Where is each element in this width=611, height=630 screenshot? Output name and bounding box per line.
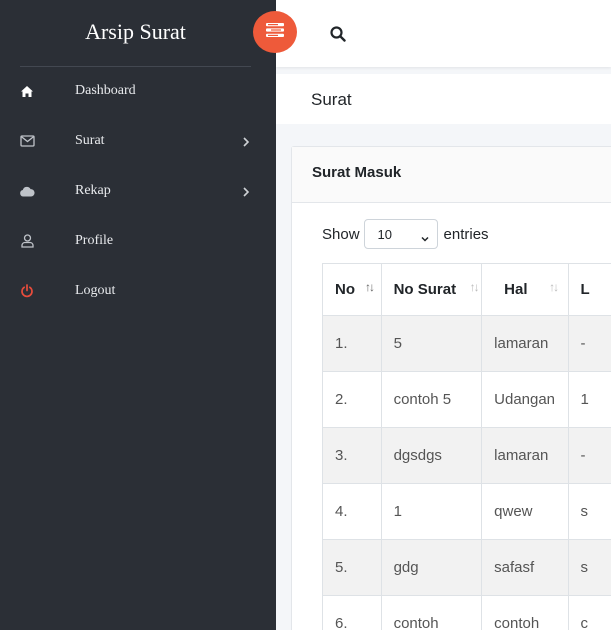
sidebar-nav: Dashboard Surat Rekap Profile Logout xyxy=(0,66,276,316)
column-header-label: Hal xyxy=(504,281,528,298)
entries-select[interactable]: 10 xyxy=(363,219,438,249)
table-row[interactable]: 1. 5 lamaran - xyxy=(322,315,611,372)
cell-no: 3. xyxy=(322,427,382,484)
cell-hal: qwew xyxy=(481,483,569,540)
surat-masuk-card: Surat Masuk Show 10 entries No ↑↓ No Sur… xyxy=(291,146,611,630)
column-header-hal[interactable]: Hal ↑↓ xyxy=(481,263,569,316)
cloud-icon xyxy=(19,183,35,199)
cell-no-surat: gdg xyxy=(380,539,483,596)
sidebar-item-label: Rekap xyxy=(75,183,111,198)
table-header-row: No ↑↓ No Surat ↑↓ Hal ↑↓ L xyxy=(322,263,611,316)
cell-hal: contoh xyxy=(481,595,569,630)
sidebar-item-surat[interactable]: Surat xyxy=(0,116,276,166)
entries-select-value: 10 xyxy=(377,226,392,242)
entries-label: entries xyxy=(443,225,489,243)
sidebar-item-logout[interactable]: Logout xyxy=(0,266,276,316)
surat-table: No ↑↓ No Surat ↑↓ Hal ↑↓ L 1. 5 lamaran … xyxy=(322,263,611,630)
sidebar-toggle-button[interactable] xyxy=(253,11,297,53)
cell-no-surat: contoh xyxy=(380,595,483,630)
column-header-no-surat[interactable]: No Surat ↑↓ xyxy=(380,263,483,316)
column-header-l[interactable]: L xyxy=(567,263,611,316)
menu-icon xyxy=(265,22,285,43)
cell-no: 5. xyxy=(322,539,382,596)
cell-no: 6. xyxy=(322,595,382,630)
column-header-label: No xyxy=(335,281,355,298)
cell-no-surat: 1 xyxy=(380,483,483,540)
cell-l: - xyxy=(567,427,611,484)
sidebar-item-label: Logout xyxy=(75,283,116,298)
page-header: Surat xyxy=(276,74,611,124)
card-title: Surat Masuk xyxy=(312,164,402,181)
column-header-label: No Surat xyxy=(393,281,457,298)
cell-no-surat: contoh 5 xyxy=(380,371,483,428)
chevron-right-icon xyxy=(241,185,251,197)
sidebar-item-dashboard[interactable]: Dashboard xyxy=(0,66,276,116)
show-label: Show xyxy=(322,225,360,243)
app-title: Arsip Surat xyxy=(20,0,251,67)
cell-no: 1. xyxy=(322,315,382,372)
home-icon xyxy=(19,83,35,99)
card-header: Surat Masuk xyxy=(292,147,611,203)
chevron-right-icon xyxy=(241,135,251,147)
sidebar: Arsip Surat Dashboard Surat Rekap Profil… xyxy=(0,0,276,630)
sidebar-item-label: Surat xyxy=(75,133,105,148)
sort-icon: ↑↓ xyxy=(469,280,480,294)
cell-l: s xyxy=(567,483,611,540)
cell-l: - xyxy=(567,315,611,372)
cell-no: 2. xyxy=(322,371,382,428)
page-title: Surat xyxy=(311,90,352,109)
table-row[interactable]: 5. gdg safasf s xyxy=(322,539,611,596)
sort-icon: ↑↓ xyxy=(549,280,559,294)
sidebar-item-label: Dashboard xyxy=(75,83,136,98)
cell-hal: safasf xyxy=(481,539,569,596)
search-icon[interactable] xyxy=(330,26,346,42)
chevron-down-icon xyxy=(421,231,429,242)
entries-length-control: Show 10 entries xyxy=(322,219,489,249)
table-row[interactable]: 4. 1 qwew s xyxy=(322,483,611,540)
cell-no-surat: 5 xyxy=(380,315,483,372)
sort-icon: ↑↓ xyxy=(365,280,375,294)
user-icon xyxy=(19,233,35,249)
sidebar-item-profile[interactable]: Profile xyxy=(0,216,276,266)
cell-hal: Udangan xyxy=(481,371,569,428)
table-row[interactable]: 3. dgsdgs lamaran - xyxy=(322,427,611,484)
topbar xyxy=(276,0,611,67)
cell-no: 4. xyxy=(322,483,382,540)
cell-no-surat: dgsdgs xyxy=(380,427,483,484)
sidebar-item-label: Profile xyxy=(75,233,114,248)
cell-hal: lamaran xyxy=(481,427,569,484)
sidebar-item-rekap[interactable]: Rekap xyxy=(0,166,276,216)
column-header-label: L xyxy=(580,281,590,298)
envelope-icon xyxy=(19,133,35,149)
cell-l: c xyxy=(567,595,611,630)
cell-hal: lamaran xyxy=(481,315,569,372)
cell-l: s xyxy=(567,539,611,596)
table-row[interactable]: 2. contoh 5 Udangan 1 xyxy=(322,371,611,428)
power-icon xyxy=(19,283,35,299)
table-row[interactable]: 6. contoh contoh c xyxy=(322,595,611,630)
cell-l: 1 xyxy=(567,371,611,428)
column-header-no[interactable]: No ↑↓ xyxy=(322,263,382,316)
